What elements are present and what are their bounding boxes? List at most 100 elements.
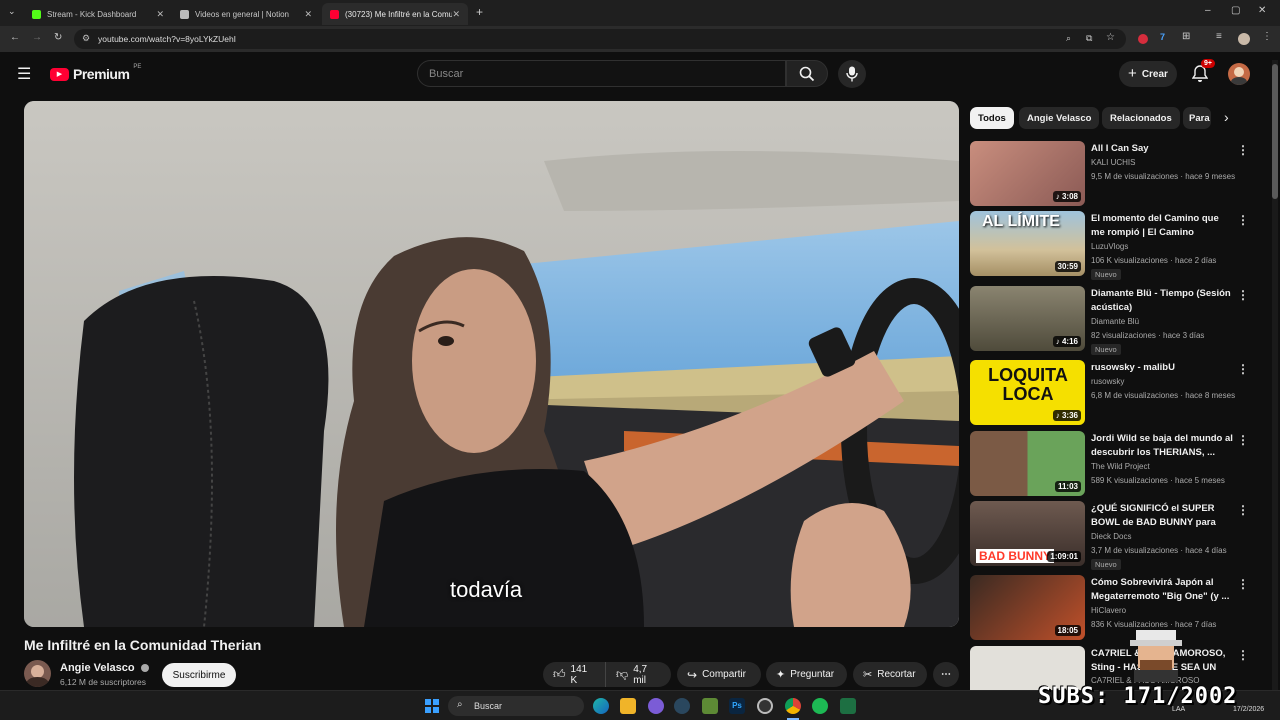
profile-icon[interactable] [1238,33,1250,45]
spotify-icon[interactable] [812,698,828,714]
taskbar-search[interactable]: ⌕ Buscar [448,696,584,716]
scrollbar-thumb[interactable] [1272,64,1278,199]
more-vertical-icon[interactable]: ⋮ [1237,213,1249,227]
excel-icon[interactable] [840,698,856,714]
voice-search-button[interactable] [838,60,866,88]
more-vertical-icon[interactable]: ⋮ [1237,648,1249,662]
zoom-icon[interactable]: ⌕ [1066,33,1071,44]
recommendation-item[interactable]: 18:05 Cómo Sobrevivirá Japón al Megaterr… [970,575,1260,643]
recommendation-item[interactable]: LOQUITA LOCA ♪ 3:36 rusowsky - malibU ru… [970,360,1260,428]
back-icon[interactable]: ← [10,32,20,43]
recommendation-item[interactable]: ♪ 4:16 Diamante Blü - Tiempo (Sesión acú… [970,286,1260,355]
video-player[interactable]: todavía [24,101,959,627]
more-vertical-icon[interactable]: ⋮ [1237,577,1249,591]
recommendation-item[interactable]: ♪ 3:08 All I Can Say KALI UCHIS 9,5 M de… [970,141,1260,209]
chrome-icon[interactable] [785,698,801,714]
extensions-puzzle-icon[interactable]: ⊞ [1182,31,1190,42]
tab-kick[interactable]: Stream - Kick Dashboard ✕ [24,3,172,25]
more-vertical-icon[interactable]: ⋮ [1237,433,1249,447]
edge-icon[interactable] [593,698,609,714]
close-icon[interactable]: ✕ [156,9,164,20]
tab-notion[interactable]: Videos en general | Notion ✕ [172,3,320,25]
chip-relacionados[interactable]: Relacionados [1102,107,1180,129]
browser-menu-icon[interactable]: ⋮ [1262,31,1272,42]
clip-label: Recortar [877,669,916,680]
stream-subs-counter: SUBS: 171/2002 [1038,684,1238,709]
reload-icon[interactable]: ↻ [54,32,62,43]
verified-icon [140,664,149,673]
tab-search-icon[interactable]: ⌄ [8,6,16,17]
video-thumbnail[interactable]: BAD BUNNY 1:09:01 [970,501,1085,566]
recommendation-title: All I Can Say [1091,143,1149,154]
tab-youtube[interactable]: (30723) Me Infiltré en la Comun ✕ [322,3,468,25]
chip-angie-velasco[interactable]: Angie Velasco [1019,107,1100,129]
channel-avatar[interactable] [24,660,51,687]
obs-icon[interactable] [757,698,773,714]
bookmark-star-icon[interactable]: ☆ [1106,32,1115,43]
minecraft-icon[interactable] [702,698,718,714]
clock-date[interactable]: 17/2/2026 [1233,706,1264,713]
video-thumbnail[interactable]: 18:05 [970,575,1085,640]
channel-name[interactable]: Angie Velasco [60,662,149,674]
chip-todos[interactable]: Todos [970,107,1014,129]
like-button[interactable]: 👍︎ 141 K [543,662,605,687]
dislike-button[interactable]: 👎︎ 4,7 mil [605,662,671,687]
subscribe-button[interactable]: Suscribirme [162,663,236,687]
youtube-logo[interactable]: ▶ Premium PE [50,64,141,82]
site-info-icon[interactable]: ⚙ [82,33,90,44]
minimize-button[interactable]: – [1205,5,1211,16]
more-vertical-icon[interactable]: ⋮ [1237,362,1249,376]
video-thumbnail[interactable]: LOQUITA LOCA ♪ 3:36 [970,360,1085,425]
search-placeholder: Buscar [429,67,464,80]
close-icon[interactable]: ✕ [452,9,460,20]
windows-start-icon[interactable] [425,699,439,713]
browser-toolbar: ← → ↻ ⚙ youtube.com/watch?v=8yoLYkZUehI … [0,26,1280,52]
chevron-right-icon[interactable]: › [1224,109,1229,125]
share-button[interactable]: ↪ Compartir [677,662,761,687]
account-avatar[interactable] [1228,63,1250,85]
search-button[interactable] [786,60,828,87]
video-thumbnail[interactable]: 11:03 [970,431,1085,496]
discord-icon[interactable] [648,698,664,714]
forward-icon[interactable]: → [32,32,42,43]
video-thumbnail[interactable]: AL LÍMITE 30:59 [970,211,1085,276]
microphone-icon [846,66,858,82]
recommendation-meta: 836 K visualizaciones · hace 7 días [1091,620,1217,629]
duration-badge: ♪ 3:36 [1052,410,1081,421]
video-thumbnail[interactable]: ♪ 4:16 [970,286,1085,351]
create-button[interactable]: + Crear [1119,61,1177,87]
scissors-icon: ✂ [863,669,873,681]
more-vertical-icon[interactable]: ⋮ [1237,503,1249,517]
recommendation-item[interactable]: AL LÍMITE 30:59 El momento del Camino qu… [970,211,1260,280]
chip-para[interactable]: Para [1183,107,1211,129]
steam-icon[interactable] [674,698,690,714]
recommendation-item[interactable]: BAD BUNNY 1:09:01 ¿QUÉ SIGNIFICÓ el SUPE… [970,501,1260,570]
install-icon[interactable]: ⧉ [1086,33,1092,44]
maximize-button[interactable]: ▢ [1231,5,1240,16]
close-icon[interactable]: ✕ [304,9,312,20]
extension-red-icon[interactable] [1138,34,1148,44]
video-thumbnail[interactable]: ♪ 3:08 [970,141,1085,206]
recommendation-channel: Diamante Blü [1091,317,1140,326]
search-input[interactable]: Buscar [417,60,786,87]
duration-badge: ♪ 4:16 [1052,336,1081,347]
duration-badge: 30:59 [1054,261,1081,272]
new-tab-button[interactable]: + [476,5,483,19]
more-vertical-icon[interactable]: ⋮ [1237,288,1249,302]
more-vertical-icon[interactable]: ⋮ [1237,143,1249,157]
file-explorer-icon[interactable] [620,698,636,714]
clip-button[interactable]: ✂ Recortar [853,662,927,687]
hamburger-menu-icon[interactable]: ☰ [17,64,31,84]
photoshop-icon[interactable]: Ps [729,698,745,714]
ask-button[interactable]: ✦ Preguntar [766,662,847,687]
page-scrollbar[interactable] [1272,60,1278,690]
plus-icon: + [1128,65,1137,82]
recommendation-title: Jordi Wild se baja del mundo al descubri… [1091,433,1233,458]
media-icon[interactable]: ≡ [1216,31,1222,42]
extension-translate-icon[interactable]: 7 [1160,32,1165,42]
notifications-button[interactable]: 9+ [1190,59,1215,85]
window-close-button[interactable]: ✕ [1258,5,1266,16]
address-bar[interactable]: ⚙ youtube.com/watch?v=8yoLYkZUehI ⌕ ⧉ ☆ [74,29,1126,49]
more-actions-button[interactable]: ⋯ [933,662,959,687]
recommendation-item[interactable]: 11:03 Jordi Wild se baja del mundo al de… [970,431,1260,499]
